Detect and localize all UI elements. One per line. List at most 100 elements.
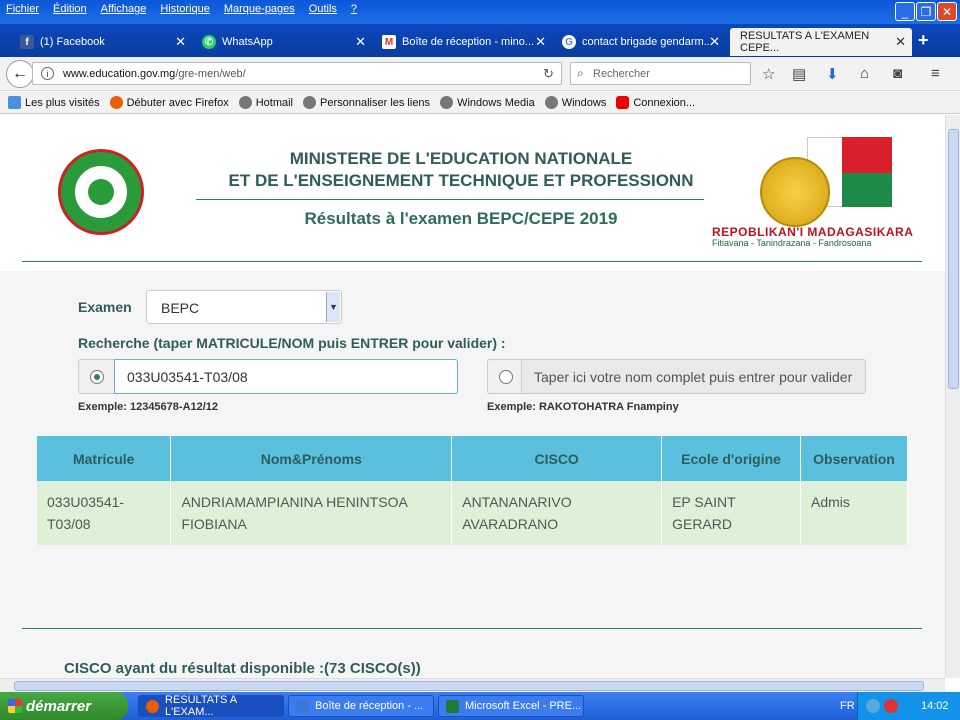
column-header: Observation: [800, 436, 908, 481]
cell-nom-prenoms: ANDRIAMAMPIANINA HENINTSOA FIOBIANA: [170, 481, 453, 545]
ministry-title-line2: ET DE L'ENSEIGNEMENT TECHNIQUE ET PROFES…: [228, 171, 694, 190]
chevron-down-icon[interactable]: ▼: [326, 292, 340, 322]
name-input[interactable]: [521, 359, 866, 394]
menu-help[interactable]: ?: [351, 3, 357, 15]
bookmark-star-icon[interactable]: ☆: [762, 65, 775, 83]
close-icon[interactable]: ✕: [895, 34, 906, 50]
tab-resultats[interactable]: RESULTATS A L'EXAMEN CEPE... ✕: [730, 28, 912, 56]
bookmark-label: Personnaliser les liens: [320, 96, 431, 109]
bookmark-personnaliser[interactable]: Personnaliser les liens: [303, 96, 430, 109]
arrow-left-icon: ←: [12, 65, 28, 82]
matricule-radio[interactable]: [90, 370, 104, 384]
minimize-button[interactable]: _: [895, 2, 915, 21]
star-folder-icon: [8, 96, 21, 109]
title-divider: [196, 199, 704, 200]
firefox-icon: [146, 700, 159, 713]
whatsapp-icon: ✆: [202, 35, 216, 49]
bookmark-label: Hotmail: [255, 96, 293, 109]
tray-arrow-icon[interactable]: [866, 699, 880, 713]
url-text: www.education.gov.mg/gre-men/web/: [63, 68, 246, 80]
name-radio[interactable]: [499, 370, 513, 384]
bookmark-label: Windows: [561, 96, 607, 109]
vertical-scrollbar[interactable]: [945, 115, 960, 678]
window-titlebar: Fichier Édition Affichage Historique Mar…: [0, 0, 960, 24]
bookmark-windows[interactable]: Windows: [544, 96, 607, 109]
bookmark-windows-media[interactable]: Windows Media: [440, 96, 535, 109]
task-outlook[interactable]: Boîte de réception - ...: [288, 695, 434, 717]
search-bar[interactable]: ⌕ Rechercher: [570, 62, 751, 85]
info-icon[interactable]: i: [41, 67, 54, 80]
menu-outils[interactable]: Outils: [309, 3, 337, 15]
tab-whatsapp[interactable]: ✆ WhatsApp ✕: [196, 28, 372, 56]
download-icon[interactable]: ⬇: [826, 65, 839, 83]
flag-red: [842, 137, 892, 173]
close-window-button[interactable]: ✕: [937, 2, 957, 21]
tab-label: WhatsApp: [222, 36, 273, 48]
menu-marque-pages[interactable]: Marque-pages: [224, 3, 295, 15]
url-bar[interactable]: i www.education.gov.mg/gre-men/web/ ↻: [32, 62, 562, 85]
antivirus-icon[interactable]: [884, 699, 898, 713]
results-table: Matricule Nom&Prénoms CISCO Ecole d'orig…: [37, 436, 908, 545]
cell-matricule: 033U03541-T03/08: [37, 481, 172, 545]
excel-icon: [446, 700, 459, 713]
close-icon[interactable]: ✕: [175, 34, 186, 50]
tab-facebook[interactable]: f (1) Facebook ✕: [14, 28, 192, 56]
matricule-radio-group[interactable]: [78, 359, 115, 394]
close-icon[interactable]: ✕: [709, 34, 720, 50]
task-excel[interactable]: Microsoft Excel - PRE...: [438, 695, 584, 717]
exam-selected-value: BEPC: [161, 300, 200, 316]
exam-select[interactable]: BEPC ▼: [146, 290, 342, 324]
column-header: CISCO: [451, 436, 663, 481]
bookmark-hotmail[interactable]: Hotmail: [238, 96, 293, 109]
menu-icon[interactable]: ≡: [931, 65, 940, 82]
maximize-button[interactable]: ❐: [916, 2, 936, 21]
google-icon: G: [562, 35, 576, 49]
back-button[interactable]: ←: [6, 60, 34, 88]
menu-edition[interactable]: Édition: [53, 3, 87, 15]
task-label: Boîte de réception - ...: [315, 700, 424, 712]
new-tab-button[interactable]: +: [918, 30, 929, 51]
flag-green: [842, 173, 892, 207]
name-radio-group[interactable]: [487, 359, 522, 394]
reload-icon[interactable]: ↻: [543, 66, 554, 82]
menu-historique[interactable]: Historique: [160, 3, 210, 15]
scrollbar-thumb[interactable]: [14, 681, 924, 691]
start-button[interactable]: démarrer: [0, 692, 128, 720]
matricule-input[interactable]: [114, 359, 458, 394]
matricule-example: Exemple: 12345678-A12/12: [78, 401, 219, 413]
name-example: Exemple: RAKOTOHATRA Fnampiny: [487, 401, 679, 413]
task-label: Microsoft Excel - PRE...: [465, 700, 582, 712]
bookmark-label: Débuter avec Firefox: [126, 96, 229, 109]
cell-cisco: ANTANANARIVO AVARADRANO: [451, 481, 663, 545]
bookmark-connexion[interactable]: Connexion...: [616, 96, 695, 109]
table-header-row: Matricule Nom&Prénoms CISCO Ecole d'orig…: [37, 436, 908, 481]
tab-google-search[interactable]: G contact brigade gendarm... ✕: [556, 28, 726, 56]
bookmark-firefox[interactable]: Débuter avec Firefox: [109, 96, 229, 109]
tab-label: Boîte de réception - mino...: [402, 36, 535, 48]
menu-fichier[interactable]: Fichier: [6, 3, 39, 15]
clock: 14:02: [921, 700, 949, 712]
pocket-icon[interactable]: ◙: [893, 65, 902, 82]
column-header: Nom&Prénoms: [170, 436, 453, 481]
firefox-icon: [109, 96, 123, 109]
ministry-logo: [58, 149, 144, 235]
cell-observation: Admis: [800, 481, 908, 545]
column-header: Matricule: [37, 436, 172, 481]
tab-gmail[interactable]: M Boîte de réception - mino... ✕: [376, 28, 552, 56]
table-row: 033U03541-T03/08 ANDRIAMAMPIANINA HENINT…: [37, 481, 908, 545]
url-path: /gre-men/web/: [175, 68, 246, 80]
menu-affichage[interactable]: Affichage: [101, 3, 147, 15]
scrollbar-thumb[interactable]: [948, 129, 959, 389]
home-icon[interactable]: ⌂: [860, 65, 869, 82]
section-divider: [22, 628, 922, 629]
close-icon[interactable]: ✕: [535, 34, 546, 50]
horizontal-scrollbar[interactable]: [0, 678, 945, 692]
seal-icon: [760, 157, 830, 227]
task-firefox[interactable]: RESULTATS A L'EXAM...: [138, 694, 284, 718]
language-indicator[interactable]: FR: [840, 700, 855, 712]
reading-list-icon[interactable]: ▤: [792, 65, 806, 83]
close-icon[interactable]: ✕: [355, 34, 366, 50]
search-icon: ⌕: [577, 66, 584, 80]
bookmark-most-visited[interactable]: Les plus visités: [8, 96, 100, 109]
globe-icon: [440, 96, 454, 109]
